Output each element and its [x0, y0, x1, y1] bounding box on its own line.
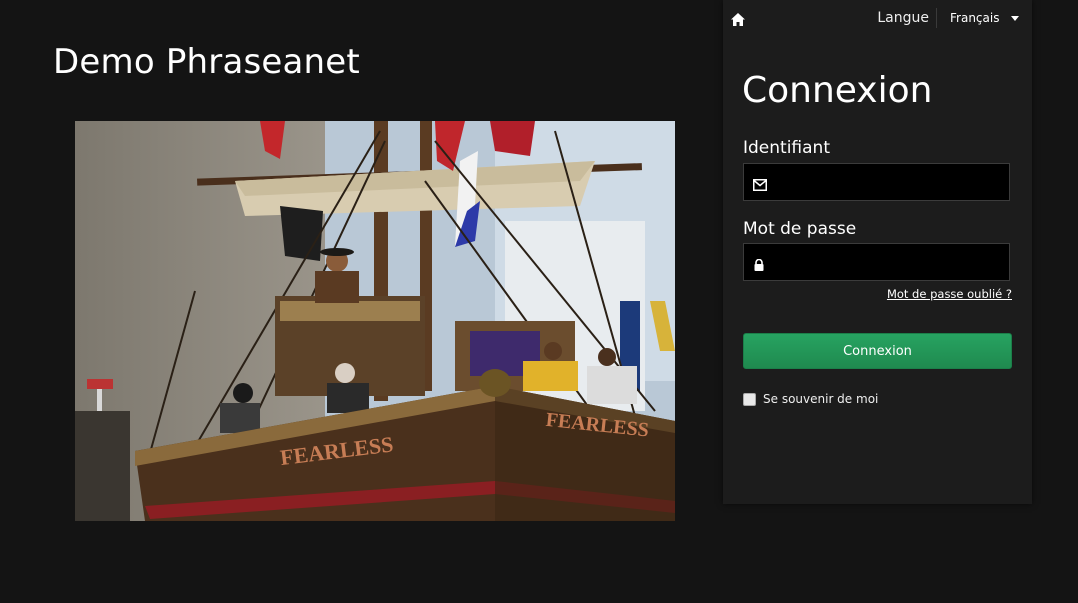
- login-title: Connexion: [742, 70, 933, 111]
- forgot-password-link[interactable]: Mot de passe oublié ?: [887, 287, 1012, 301]
- identifier-label: Identifiant: [743, 138, 830, 158]
- site-title: Demo Phraseanet: [53, 42, 360, 82]
- language-selected: Français: [950, 11, 1000, 25]
- topbar: Langue Français: [723, 0, 1032, 36]
- password-field[interactable]: [743, 243, 1010, 282]
- caret-down-icon: [1011, 15, 1020, 21]
- identifier-field[interactable]: [743, 163, 1010, 202]
- password-input[interactable]: [774, 244, 1008, 282]
- topbar-divider: [936, 8, 937, 28]
- remember-me-checkbox[interactable]: [743, 392, 756, 406]
- login-panel: Langue Français Connexion Identifiant Mo…: [723, 0, 1032, 504]
- remember-me-label: Se souvenir de moi: [763, 392, 879, 406]
- remember-me: Se souvenir de moi: [743, 392, 878, 406]
- home-icon[interactable]: [731, 11, 745, 26]
- hero-image: FEARLESS FEARLESS: [75, 121, 675, 521]
- lock-icon: [753, 256, 767, 271]
- language-label: Langue: [877, 10, 929, 26]
- identifier-input[interactable]: [774, 164, 1008, 202]
- envelope-icon: [753, 176, 767, 191]
- password-label: Mot de passe: [743, 219, 857, 239]
- language-dropdown[interactable]: Français: [950, 11, 1020, 25]
- login-button[interactable]: Connexion: [743, 333, 1012, 369]
